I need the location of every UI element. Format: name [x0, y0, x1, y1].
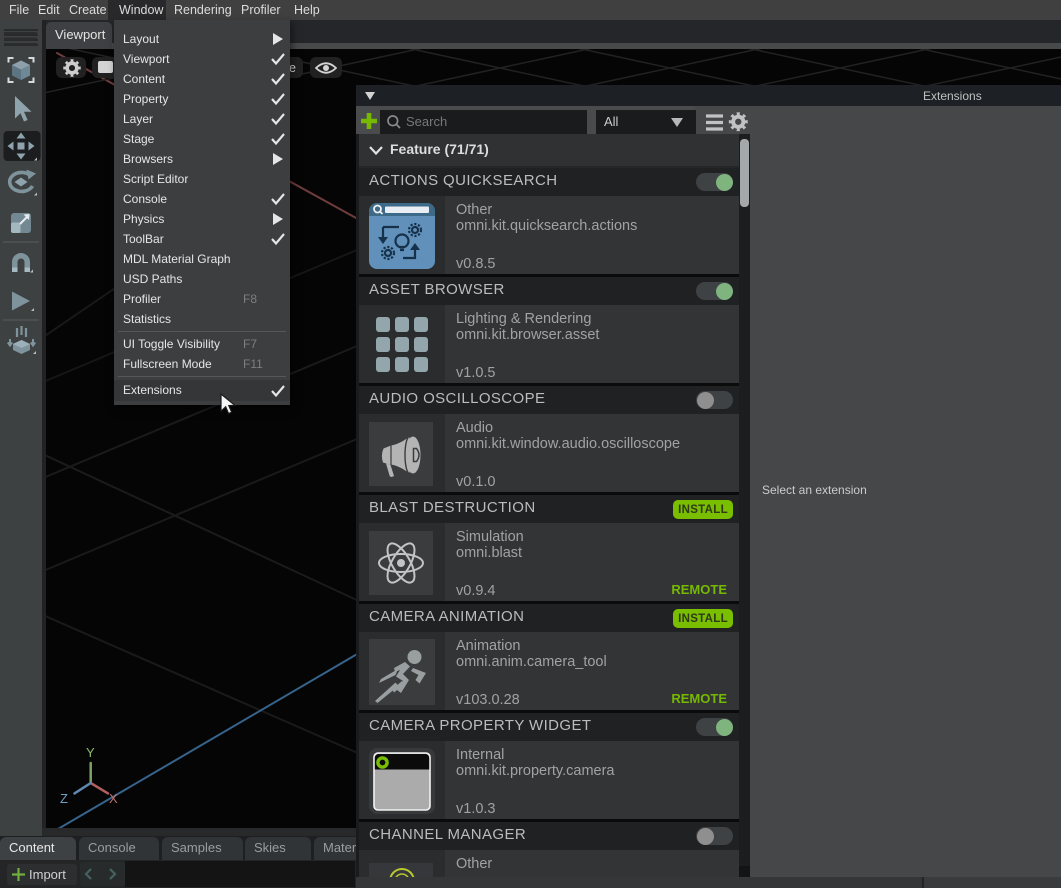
svg-text:X: X	[109, 791, 118, 806]
svg-text:Z: Z	[60, 791, 68, 806]
svg-text:Y: Y	[86, 745, 95, 760]
